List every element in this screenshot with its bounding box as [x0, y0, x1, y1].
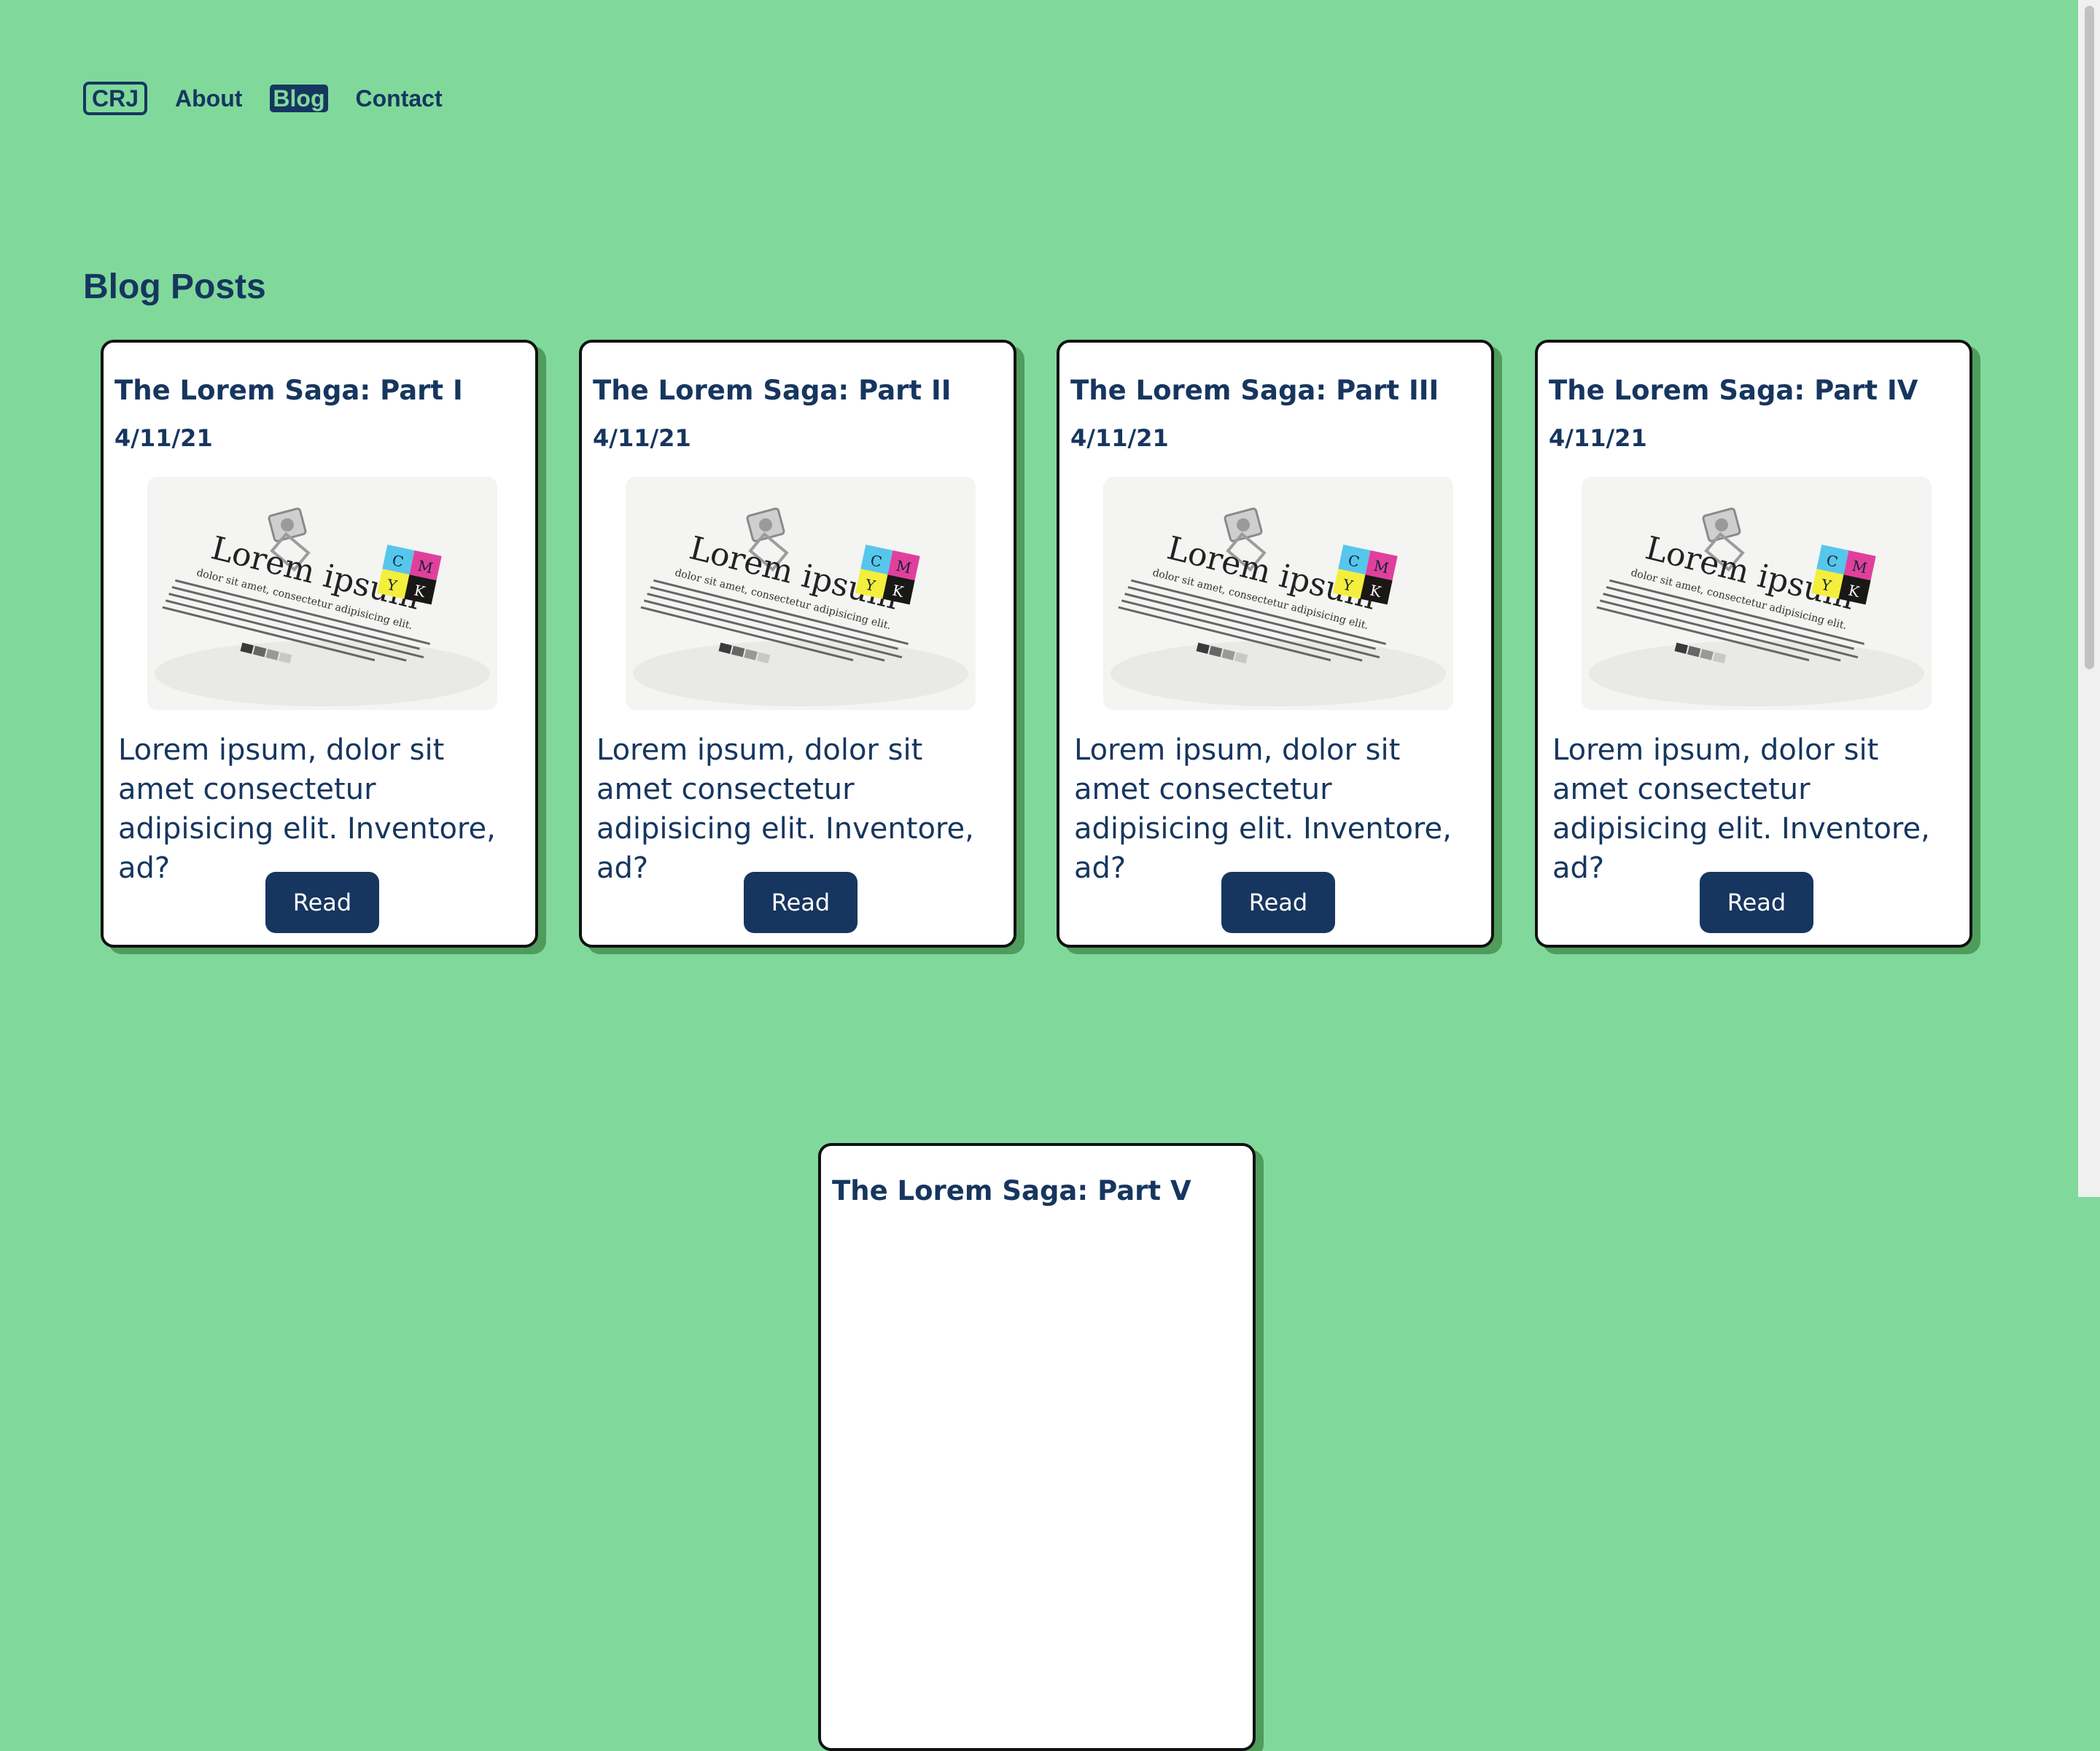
- nav-link-contact[interactable]: Contact: [356, 85, 443, 112]
- blog-card: The Lorem Saga: Part I 4/11/21 Lorem ips…: [101, 340, 538, 948]
- page-title: Blog Posts: [83, 268, 266, 306]
- post-excerpt: Lorem ipsum, dolor sit amet consectetur …: [1074, 733, 1452, 885]
- main-nav: CRJ About Blog Contact: [83, 82, 443, 115]
- post-thumbnail: Lorem ipsum dolor sit amet, consectetur …: [147, 477, 497, 710]
- read-button[interactable]: Read: [1700, 872, 1813, 933]
- post-date: 4/11/21: [1070, 424, 1169, 452]
- post-title: The Lorem Saga: Part I: [114, 375, 463, 406]
- post-title: The Lorem Saga: Part II: [593, 375, 952, 406]
- blog-card: The Lorem Saga: Part III 4/11/21 Lorem i…: [1057, 340, 1494, 948]
- post-date: 4/11/21: [593, 424, 691, 452]
- nav-link-about[interactable]: About: [175, 85, 242, 112]
- post-title: The Lorem Saga: Part IV: [1549, 375, 1918, 406]
- nav-link-blog[interactable]: Blog: [270, 85, 328, 112]
- scrollbar-thumb[interactable]: [2085, 6, 2094, 669]
- post-excerpt: Lorem ipsum, dolor sit amet consectetur …: [1552, 733, 1930, 885]
- post-title: The Lorem Saga: Part V: [832, 1175, 1191, 1206]
- scrollbar[interactable]: [2078, 0, 2100, 1197]
- post-date: 4/11/21: [114, 424, 213, 452]
- post-title: The Lorem Saga: Part III: [1070, 375, 1439, 406]
- read-button[interactable]: Read: [265, 872, 379, 933]
- blog-card: The Lorem Saga: Part V: [818, 1143, 1256, 1751]
- logo-link[interactable]: CRJ: [83, 82, 148, 115]
- blog-card: The Lorem Saga: Part II 4/11/21 Lorem ip…: [579, 340, 1016, 948]
- post-thumbnail: Lorem ipsum dolor sit amet, consectetur …: [1103, 477, 1453, 710]
- post-excerpt: Lorem ipsum, dolor sit amet consectetur …: [118, 733, 496, 885]
- read-button[interactable]: Read: [1221, 872, 1335, 933]
- post-excerpt: Lorem ipsum, dolor sit amet consectetur …: [596, 733, 974, 885]
- read-button[interactable]: Read: [744, 872, 858, 933]
- blog-card: The Lorem Saga: Part IV 4/11/21 Lorem ip…: [1535, 340, 1972, 948]
- post-date: 4/11/21: [1549, 424, 1647, 452]
- post-thumbnail: Lorem ipsum dolor sit amet, consectetur …: [1582, 477, 1932, 710]
- post-thumbnail: Lorem ipsum dolor sit amet, consectetur …: [626, 477, 976, 710]
